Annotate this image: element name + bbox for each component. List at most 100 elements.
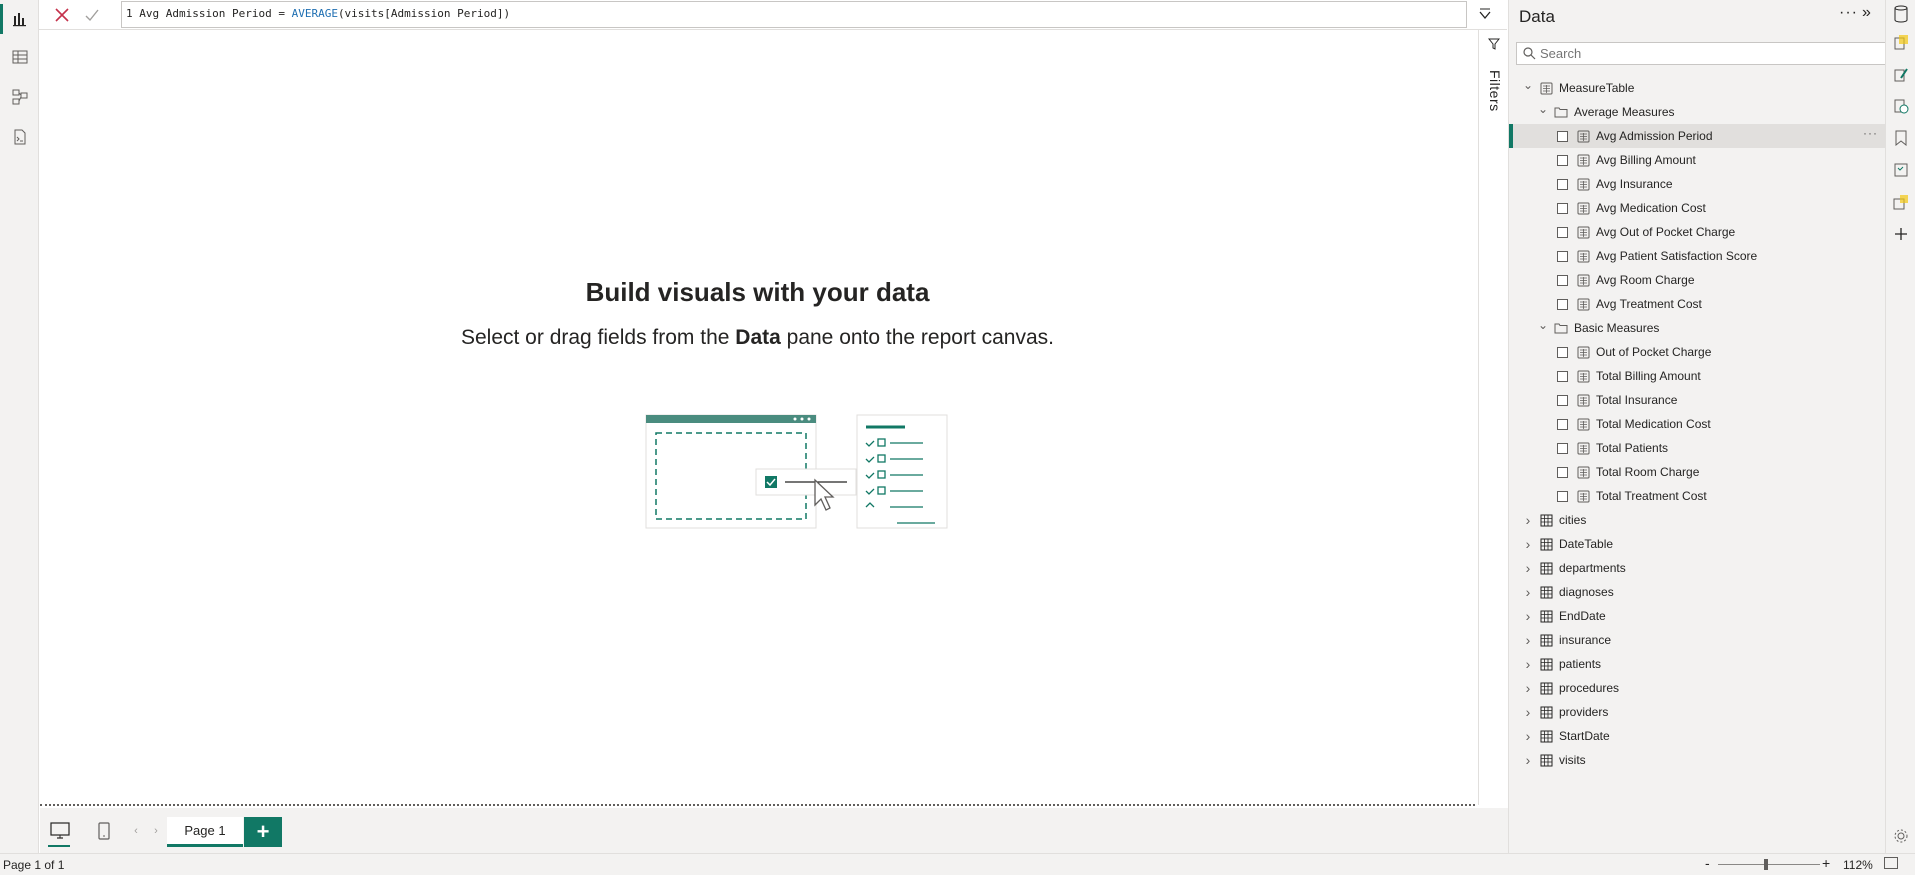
chevron-right-icon[interactable]: › <box>1521 512 1535 528</box>
field-checkbox[interactable] <box>1557 202 1568 214</box>
field-checkbox[interactable] <box>1557 178 1568 190</box>
chevron-right-icon[interactable]: › <box>1521 608 1535 624</box>
measure-field[interactable]: Avg Room Charge <box>1509 268 1886 292</box>
chevron-down-icon[interactable]: ⌄ <box>1521 78 1535 92</box>
field-checkbox[interactable] <box>1557 274 1568 286</box>
report-view-button[interactable] <box>0 0 39 38</box>
database-icon <box>1894 5 1908 23</box>
expand-formula-button[interactable] <box>1473 3 1497 27</box>
measure-table-node[interactable]: ⌄ MeasureTable <box>1509 76 1886 100</box>
zoom-slider-thumb[interactable] <box>1764 859 1768 870</box>
table-node[interactable]: › DateTable <box>1509 532 1886 556</box>
desktop-layout-button[interactable] <box>48 820 72 842</box>
search-field[interactable] <box>1516 42 1888 65</box>
measure-field[interactable]: Total Billing Amount <box>1509 364 1886 388</box>
field-checkbox[interactable] <box>1557 250 1568 262</box>
field-checkbox[interactable] <box>1557 466 1568 478</box>
table-node[interactable]: › StartDate <box>1509 724 1886 748</box>
field-checkbox[interactable] <box>1557 298 1568 310</box>
more-options-icon[interactable]: ··· <box>1839 4 1858 22</box>
table-node[interactable]: › cities <box>1509 508 1886 532</box>
field-checkbox[interactable] <box>1557 226 1568 238</box>
display-folder-node[interactable]: ⌄ Basic Measures <box>1509 316 1886 340</box>
table-node[interactable]: › insurance <box>1509 628 1886 652</box>
search-input[interactable] <box>1540 46 1870 61</box>
zoom-slider[interactable] <box>1718 864 1820 865</box>
chevron-down-icon[interactable]: ⌄ <box>1536 102 1550 116</box>
chevron-right-icon[interactable]: › <box>1521 656 1535 672</box>
tree-item-label: StartDate <box>1559 729 1610 743</box>
visualizations-pane-toggle[interactable] <box>1891 32 1911 52</box>
measure-field[interactable]: Total Room Charge <box>1509 460 1886 484</box>
field-checkbox[interactable] <box>1557 346 1568 358</box>
cancel-formula-button[interactable] <box>49 3 75 27</box>
field-checkbox[interactable] <box>1557 370 1568 382</box>
field-checkbox[interactable] <box>1557 154 1568 166</box>
zoom-in-button[interactable]: + <box>1822 855 1830 871</box>
table-node[interactable]: › visits <box>1509 748 1886 772</box>
chevron-right-icon[interactable]: › <box>1521 704 1535 720</box>
chevron-right-icon[interactable]: › <box>1521 752 1535 768</box>
measure-field[interactable]: Avg Patient Satisfaction Score <box>1509 244 1886 268</box>
chevron-right-icon[interactable]: › <box>1521 584 1535 600</box>
data-pane-toggle[interactable] <box>1891 4 1911 24</box>
more-options-icon[interactable]: ··· <box>1863 126 1878 140</box>
report-canvas[interactable]: Build visuals with your data Select or d… <box>40 30 1475 805</box>
measure-field[interactable]: Avg Out of Pocket Charge <box>1509 220 1886 244</box>
formula-input[interactable]: 1 Avg Admission Period = AVERAGE(visits[… <box>121 1 1467 28</box>
collapse-pane-icon[interactable]: » <box>1862 4 1871 22</box>
measure-field[interactable]: Out of Pocket Charge <box>1509 340 1886 364</box>
measure-field[interactable]: Total Insurance <box>1509 388 1886 412</box>
tree-item-label: Average Measures <box>1574 105 1675 119</box>
chevron-right-icon[interactable]: › <box>1521 632 1535 648</box>
commit-formula-button[interactable] <box>79 3 105 27</box>
chevron-right-icon[interactable]: › <box>1521 728 1535 744</box>
field-checkbox[interactable] <box>1557 418 1568 430</box>
field-checkbox[interactable] <box>1557 442 1568 454</box>
measure-field[interactable]: Avg Medication Cost <box>1509 196 1886 220</box>
measure-field[interactable]: Total Medication Cost <box>1509 412 1886 436</box>
chevron-right-icon[interactable]: › <box>1521 536 1535 552</box>
build-visuals-illustration <box>645 414 948 529</box>
table-node[interactable]: › procedures <box>1509 676 1886 700</box>
format-pane-toggle[interactable] <box>1891 64 1911 84</box>
next-page-button[interactable]: › <box>144 820 168 842</box>
mobile-layout-button[interactable] <box>92 820 116 842</box>
performance-pane-toggle[interactable] <box>1891 96 1911 116</box>
measure-field[interactable]: Avg Treatment Cost <box>1509 292 1886 316</box>
fit-to-page-button[interactable] <box>1884 857 1898 869</box>
field-checkbox[interactable] <box>1557 490 1568 502</box>
table-icon <box>1539 633 1553 647</box>
table-node[interactable]: › EndDate <box>1509 604 1886 628</box>
field-checkbox[interactable] <box>1557 394 1568 406</box>
field-checkbox[interactable] <box>1557 130 1568 142</box>
measure-field[interactable]: Avg Insurance <box>1509 172 1886 196</box>
calculator-icon <box>1576 297 1590 311</box>
tab-page-1[interactable]: Page 1 <box>167 817 243 847</box>
measure-field[interactable]: Total Patients <box>1509 436 1886 460</box>
measure-field[interactable]: Avg Billing Amount <box>1509 148 1886 172</box>
measure-field[interactable]: Total Treatment Cost <box>1509 484 1886 508</box>
chevron-right-icon[interactable]: › <box>1521 680 1535 696</box>
chevron-right-icon[interactable]: › <box>1521 560 1535 576</box>
tree-item-label: procedures <box>1559 681 1620 695</box>
selection-pane-toggle[interactable] <box>1891 160 1911 180</box>
model-view-button[interactable] <box>0 78 39 116</box>
add-pane-button[interactable] <box>1891 224 1911 244</box>
sync-slicers-pane-toggle[interactable] <box>1891 192 1911 212</box>
dax-query-view-button[interactable] <box>0 118 39 156</box>
chevron-down-icon[interactable]: ⌄ <box>1536 318 1550 332</box>
add-page-button[interactable]: + <box>244 817 282 847</box>
filters-label[interactable]: Filters <box>1487 70 1503 112</box>
display-folder-node[interactable]: ⌄ Average Measures <box>1509 100 1886 124</box>
table-node[interactable]: › departments <box>1509 556 1886 580</box>
filters-pane-collapsed[interactable]: Filters <box>1478 30 1508 805</box>
table-view-button[interactable] <box>0 38 39 76</box>
table-node[interactable]: › diagnoses <box>1509 580 1886 604</box>
measure-field[interactable]: Avg Admission Period ··· <box>1509 124 1886 148</box>
settings-button[interactable] <box>1891 826 1911 846</box>
zoom-out-button[interactable]: - <box>1705 855 1710 871</box>
table-node[interactable]: › patients <box>1509 652 1886 676</box>
table-node[interactable]: › providers <box>1509 700 1886 724</box>
bookmarks-pane-toggle[interactable] <box>1891 128 1911 148</box>
